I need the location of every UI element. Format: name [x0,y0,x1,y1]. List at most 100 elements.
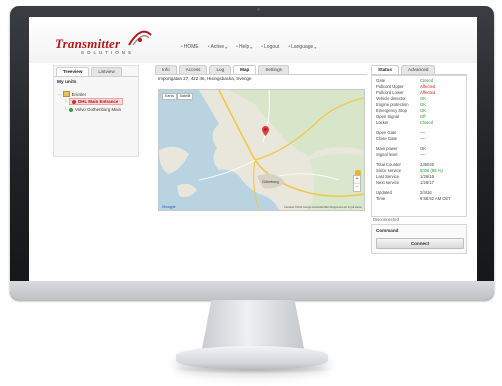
map-type-karta[interactable]: Karta [162,93,177,100]
status-row: Open Signal Off [376,114,464,119]
nav-active-label: Active [210,44,225,50]
status-row: Signal level ---- [376,152,464,157]
command-box: Command Connect [371,224,467,254]
status-key: Main power [376,146,398,151]
status-key: Total Counter [376,162,401,167]
tree-item-volvo-gothenburg-main[interactable]: └ Volvo Gothenburg Main [64,107,121,112]
status-key: Open Signal [376,114,400,119]
tab-treeview[interactable]: Treeview [56,67,90,76]
status-value: 1/26/16 [420,174,434,179]
nav-logout[interactable]: • Logout [261,44,279,50]
unit-address: Importgatan 27, 422 46, Hisingsbacka, Sv… [158,76,252,81]
nav-help[interactable]: • Help ▾ [236,44,252,50]
status-key: Since service [376,168,401,173]
nav-home[interactable]: • HOME [181,44,199,50]
status-value: OK [420,96,427,101]
map-view[interactable]: Göteborg Karta Satellit + − Google Kartd… [158,89,365,211]
map-city-label: Göteborg [262,179,279,184]
status-value: OK [420,108,427,113]
map-pin-icon[interactable] [262,126,269,136]
chevron-down-icon: ▾ [225,44,228,50]
status-key: Locker [376,120,389,125]
status-key: Updated [376,190,392,195]
nav-language[interactable]: • Language ▾ [288,44,316,50]
status-key: Time [376,196,386,201]
tab-status[interactable]: Status [371,65,400,74]
nav-home-label: HOME [183,44,199,50]
units-tabs: Treeview Listview [54,66,138,77]
map-attribution[interactable]: Kartdata ©2016 Google Användarvillkor Ra… [284,206,362,209]
status-value: Affected [420,84,436,89]
status-row: Close Gate ---- [376,136,464,141]
status-key: Emergency Stop [376,108,407,113]
tree-root-label: Ericsler [71,91,87,97]
connect-button[interactable]: Connect [376,238,464,249]
logo[interactable]: Transmitter SOLUTIONS [55,30,152,55]
map-type-toggle: Karta Satellit [162,93,194,100]
tab-settings[interactable]: Settings [258,65,289,74]
status-row: Locker Closed [376,120,464,125]
google-logo[interactable]: Google [162,204,176,209]
status-row: Total Counter 235026 [376,162,464,167]
status-row: Pullcord Lower Affected [376,90,464,95]
status-row: Time 9:58:52 AM CET [376,196,464,201]
logo-swoosh-icon [128,30,152,46]
status-row: Vehicle detector OK [376,96,464,101]
status-value: Closed [420,78,434,83]
tab-advanced[interactable]: Advanced [401,65,436,74]
status-key: Open Gate [376,130,397,135]
tree-branch-line: └ [64,107,68,112]
bullet-icon: • [181,44,183,50]
monitor-stand-base [176,346,328,370]
status-value: 9:58:52 AM CET [420,196,451,201]
status-key: Vehicle detector [376,96,406,101]
status-row: Main power OK [376,146,464,151]
tree-item-label: Volvo Gothenburg Main [75,107,122,112]
tree-expand-icon: − [58,91,61,97]
tree-selected-item[interactable]: DHL Main Entrance [69,98,124,105]
status-value: 1/26/17 [420,180,434,185]
webcam-dot [257,8,260,11]
tab-log[interactable]: Log [209,65,232,74]
status-key: Engine protection [376,102,409,107]
status-key: Pullcord Upper [376,84,404,89]
unit-status-red-icon [72,99,77,104]
status-value: ---- [420,136,426,141]
status-tabs: Status Advanced [371,65,467,75]
chevron-down-icon: ▾ [250,44,253,50]
zoom-in-button[interactable]: + [354,176,360,183]
monitor-bezel: Transmitter SOLUTIONS • HOME • Active ▾ • He… [10,6,494,300]
nav-active[interactable]: • Active ▾ [208,44,227,50]
unit-status-green-icon [69,107,74,112]
detail-tabs: Info Access Log Map Settings [155,65,367,75]
status-key: Signal level [376,152,398,157]
status-value: 5006 (98 %) [420,168,443,173]
status-value: ---- [420,152,426,157]
status-key: Gate [376,78,386,83]
status-value: OK [420,102,427,107]
status-list: Gate Closed Pullcord Upper Affected Pullcord… [371,75,467,217]
status-value: Off [420,114,426,119]
map-type-satellit[interactable]: Satellit [176,93,194,100]
units-panel: Treeview Listview My units − Ericsler └ … [53,65,139,157]
tab-listview[interactable]: Listview [91,67,122,76]
folder-icon [62,91,70,97]
bullet-icon: • [288,44,291,50]
status-row: Since service 5006 (98 %) [376,168,464,173]
nav-logout-label: Logout [264,44,280,50]
monitor-screen: Transmitter SOLUTIONS • HOME • Active ▾ • He… [29,17,477,283]
monitor-chin [10,281,494,300]
status-row: Updated 2/4/16 [376,190,464,195]
unit-detail-panel: Info Access Log Map Settings Importgatan… [155,65,367,225]
tree-item-dhl-main-entrance[interactable]: └ DHL Main Entrance [64,98,124,105]
tab-info[interactable]: Info [155,65,177,74]
status-key: Close Gate [376,136,397,141]
status-row: Engine protection OK [376,102,464,107]
tab-map[interactable]: Map [233,65,257,74]
status-panel: Status Advanced Gate Closed Pullcord Upper… [371,65,467,265]
zoom-out-button[interactable]: − [354,183,360,191]
tree-root[interactable]: − Ericsler [58,91,86,97]
tab-access[interactable]: Access [178,65,208,74]
tree-branch-line: └ [64,99,68,104]
connection-status: Disconnected [373,217,400,222]
